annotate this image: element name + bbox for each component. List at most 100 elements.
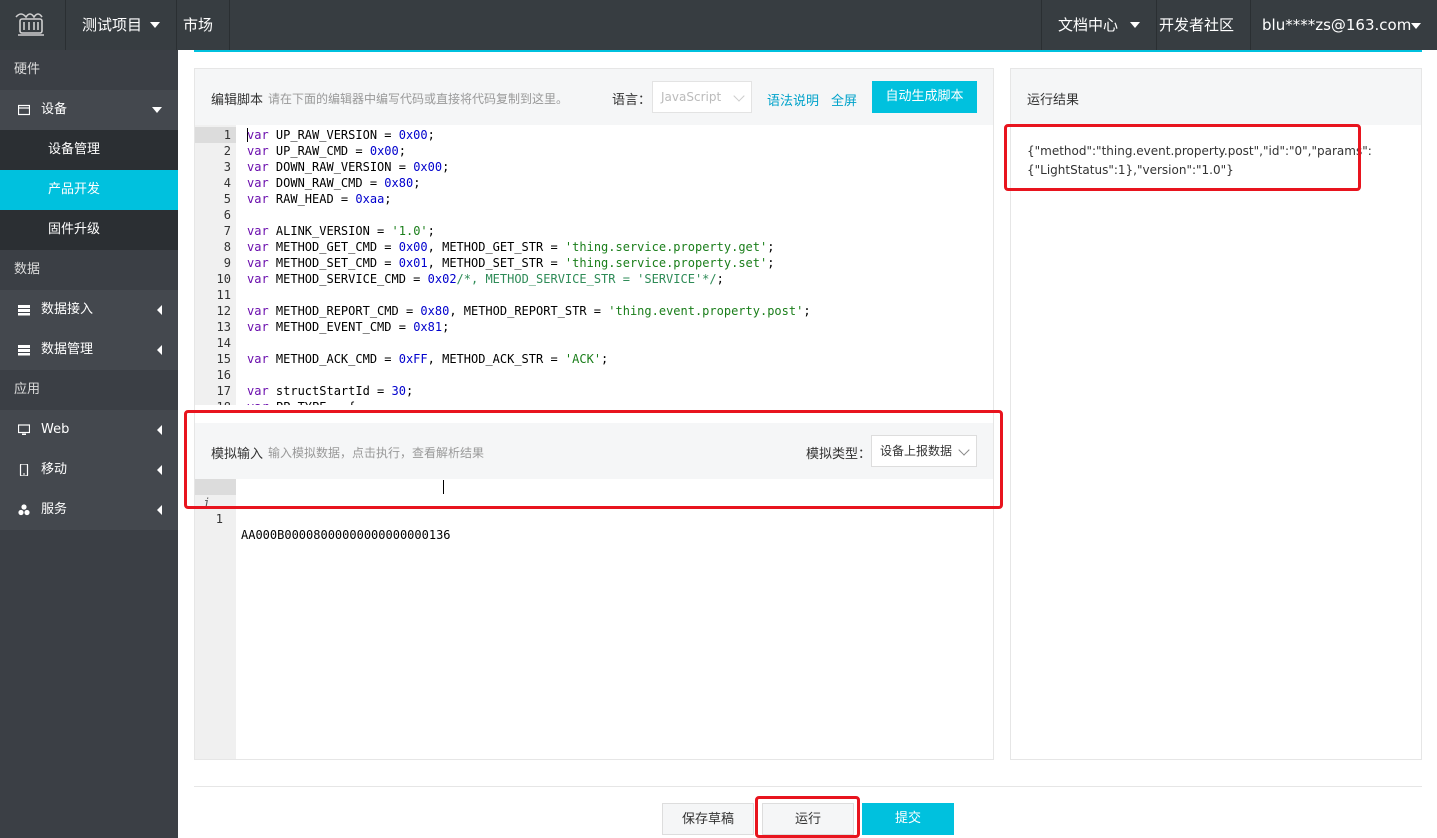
sidebar-item-web[interactable]: Web xyxy=(0,410,178,450)
sidebar-item-data-access[interactable]: 数据接入 xyxy=(0,290,178,330)
code-token: 'ACK' xyxy=(564,352,602,366)
caret-down-icon xyxy=(150,21,161,28)
save-draft-button[interactable]: 保存草稿 xyxy=(662,803,754,835)
line-number: 9 xyxy=(223,256,231,270)
project-selector[interactable]: 测试项目 xyxy=(66,0,178,50)
code-token: , METHOD_ACK_STR = xyxy=(427,352,565,366)
code-token: var xyxy=(247,320,269,334)
code-token: DOWN_RAW_CMD = xyxy=(268,176,385,190)
sidebar-item-mobile[interactable]: 移动 xyxy=(0,450,178,490)
community-label: 开发者社区 xyxy=(1159,16,1235,34)
code-token: structStartId = xyxy=(268,384,392,398)
code-token: 0x00 xyxy=(398,128,428,142)
fullscreen-link[interactable]: 全屏 xyxy=(831,90,857,109)
code-token: ALINK_VERSION = xyxy=(268,224,392,238)
sidebar-item-label: 设备 xyxy=(41,102,68,117)
code-token: METHOD_REPORT_CMD = xyxy=(268,304,421,318)
code-token: var xyxy=(247,144,269,158)
code-token: RAW_HEAD = xyxy=(268,192,356,206)
chevron-down-icon xyxy=(152,107,162,113)
submit-button[interactable]: 提交 xyxy=(862,803,954,835)
chevron-left-icon xyxy=(157,305,162,315)
mobile-icon xyxy=(19,464,29,476)
simulate-input-editor[interactable]: i 1 AA000B00008000000000000000136 xyxy=(195,479,993,759)
developer-community-link[interactable]: 开发者社区 xyxy=(1143,0,1252,50)
line-number: 1 xyxy=(215,512,223,526)
iot-logo-icon[interactable] xyxy=(0,0,66,50)
line-number: 12 xyxy=(216,304,231,318)
editor-header: 编辑脚本 请在下面的编辑器中编写代码或直接将代码复制到这里。 语言： JavaS… xyxy=(195,69,993,125)
line-number: 10 xyxy=(216,272,231,286)
code-token: var xyxy=(247,272,269,286)
cubes-icon xyxy=(18,504,30,516)
syntax-help-link[interactable]: 语法说明 xyxy=(767,90,819,109)
sidebar-item-device[interactable]: 设备 xyxy=(0,90,178,130)
code-token: METHOD_GET_CMD = xyxy=(268,240,399,254)
code-token: var xyxy=(247,400,269,405)
sidebar-item-firmware-upgrade[interactable]: 固件升级 xyxy=(0,210,178,250)
sidebar: 硬件 设备 设备管理 产品开发 固件升级 数据 数据接入 数据管理 应用 Web… xyxy=(0,50,178,838)
code-text: var METHOD_ACK_CMD = 0xFF, METHOD_ACK_ST… xyxy=(247,351,608,367)
code-text: var PP_TYPE = { xyxy=(247,399,355,405)
language-label: 语言： xyxy=(612,93,652,108)
code-line: 2 var UP_RAW_CMD = 0x00; xyxy=(195,143,993,159)
code-token: DOWN_RAW_VERSION = xyxy=(268,160,414,174)
monitor-icon xyxy=(18,424,30,435)
line-number: 15 xyxy=(216,352,231,366)
code-line: 10 var METHOD_SERVICE_CMD = 0x02/*, METHO… xyxy=(195,271,993,287)
sidebar-group-hardware: 硬件 xyxy=(0,50,178,90)
line-number: 14 xyxy=(216,336,231,350)
line-number: 8 xyxy=(223,240,231,254)
code-text: var UP_RAW_VERSION = 0x00; xyxy=(247,127,435,143)
code-token: ; xyxy=(716,272,724,286)
editor-title: 编辑脚本 xyxy=(211,93,264,108)
code-line: 12 var METHOD_REPORT_CMD = 0x80, METHOD_R… xyxy=(195,303,993,319)
code-token: var xyxy=(247,384,269,398)
sidebar-item-data-management[interactable]: 数据管理 xyxy=(0,330,178,370)
result-highlight-box xyxy=(1004,124,1361,191)
code-line: 13 var METHOD_EVENT_CMD = 0x81; xyxy=(195,319,993,335)
code-editor[interactable]: 1 var UP_RAW_VERSION = 0x00; 2 var UP_RAW_C… xyxy=(195,125,993,405)
code-token: var xyxy=(247,256,269,270)
code-token: METHOD_SERVICE_CMD = xyxy=(268,272,428,286)
code-token: ; xyxy=(767,240,775,254)
docs-center-menu[interactable]: 文档中心 xyxy=(1041,0,1158,50)
code-line: 15 var METHOD_ACK_CMD = 0xFF, METHOD_ACK_… xyxy=(195,351,993,367)
code-token: ; xyxy=(442,320,450,334)
market-link[interactable]: 市场 xyxy=(167,0,231,50)
code-line: 8 var METHOD_GET_CMD = 0x00, METHOD_GET_S… xyxy=(195,239,993,255)
auto-generate-script-button[interactable]: 自动生成脚本 xyxy=(872,81,977,113)
sidebar-item-service[interactable]: 服务 xyxy=(0,490,178,530)
code-line: 1 var UP_RAW_VERSION = 0x00; xyxy=(195,127,993,143)
code-token: 'thing.service.property.get' xyxy=(564,240,768,254)
top-bar: 测试项目 市场 文档中心 开发者社区 blu****zs@163.com xyxy=(0,0,1437,50)
sidebar-item-product-dev[interactable]: 产品开发 xyxy=(0,170,178,210)
code-token: var xyxy=(247,176,269,190)
simulate-highlight-box xyxy=(184,410,1003,509)
code-token: ; xyxy=(413,176,421,190)
language-value: JavaScript xyxy=(661,90,722,104)
code-token: var xyxy=(247,160,269,174)
sidebar-item-device-management[interactable]: 设备管理 xyxy=(0,130,178,170)
code-token: UP_RAW_CMD = xyxy=(268,144,370,158)
code-text: var METHOD_SERVICE_CMD = 0x02/*, METHOD_… xyxy=(247,271,724,287)
code-token: 0xaa xyxy=(355,192,385,206)
sidebar-item-label: Web xyxy=(41,422,70,437)
caret-down-icon xyxy=(1411,23,1421,29)
language-select[interactable]: JavaScript xyxy=(652,81,752,113)
code-token: 0x80 xyxy=(384,176,414,190)
result-title: 运行结果 xyxy=(1027,93,1080,108)
code-text: var METHOD_REPORT_CMD = 0x80, METHOD_REP… xyxy=(247,303,811,319)
code-line: 14 xyxy=(195,335,993,351)
editor-hint: 请在下面的编辑器中编写代码或直接将代码复制到这里。 xyxy=(268,92,569,106)
user-email: blu****zs@163.com xyxy=(1262,16,1412,34)
run-button-highlight-box xyxy=(755,796,860,838)
line-number: 7 xyxy=(223,224,231,238)
code-text: var METHOD_EVENT_CMD = 0x81; xyxy=(247,319,449,335)
code-token: ; xyxy=(803,304,811,318)
code-token: , METHOD_SET_STR = xyxy=(427,256,565,270)
line-number: 5 xyxy=(223,192,231,206)
user-menu[interactable]: blu****zs@163.com xyxy=(1244,0,1437,50)
code-token: ; xyxy=(601,352,609,366)
code-token: METHOD_ACK_CMD = xyxy=(268,352,399,366)
